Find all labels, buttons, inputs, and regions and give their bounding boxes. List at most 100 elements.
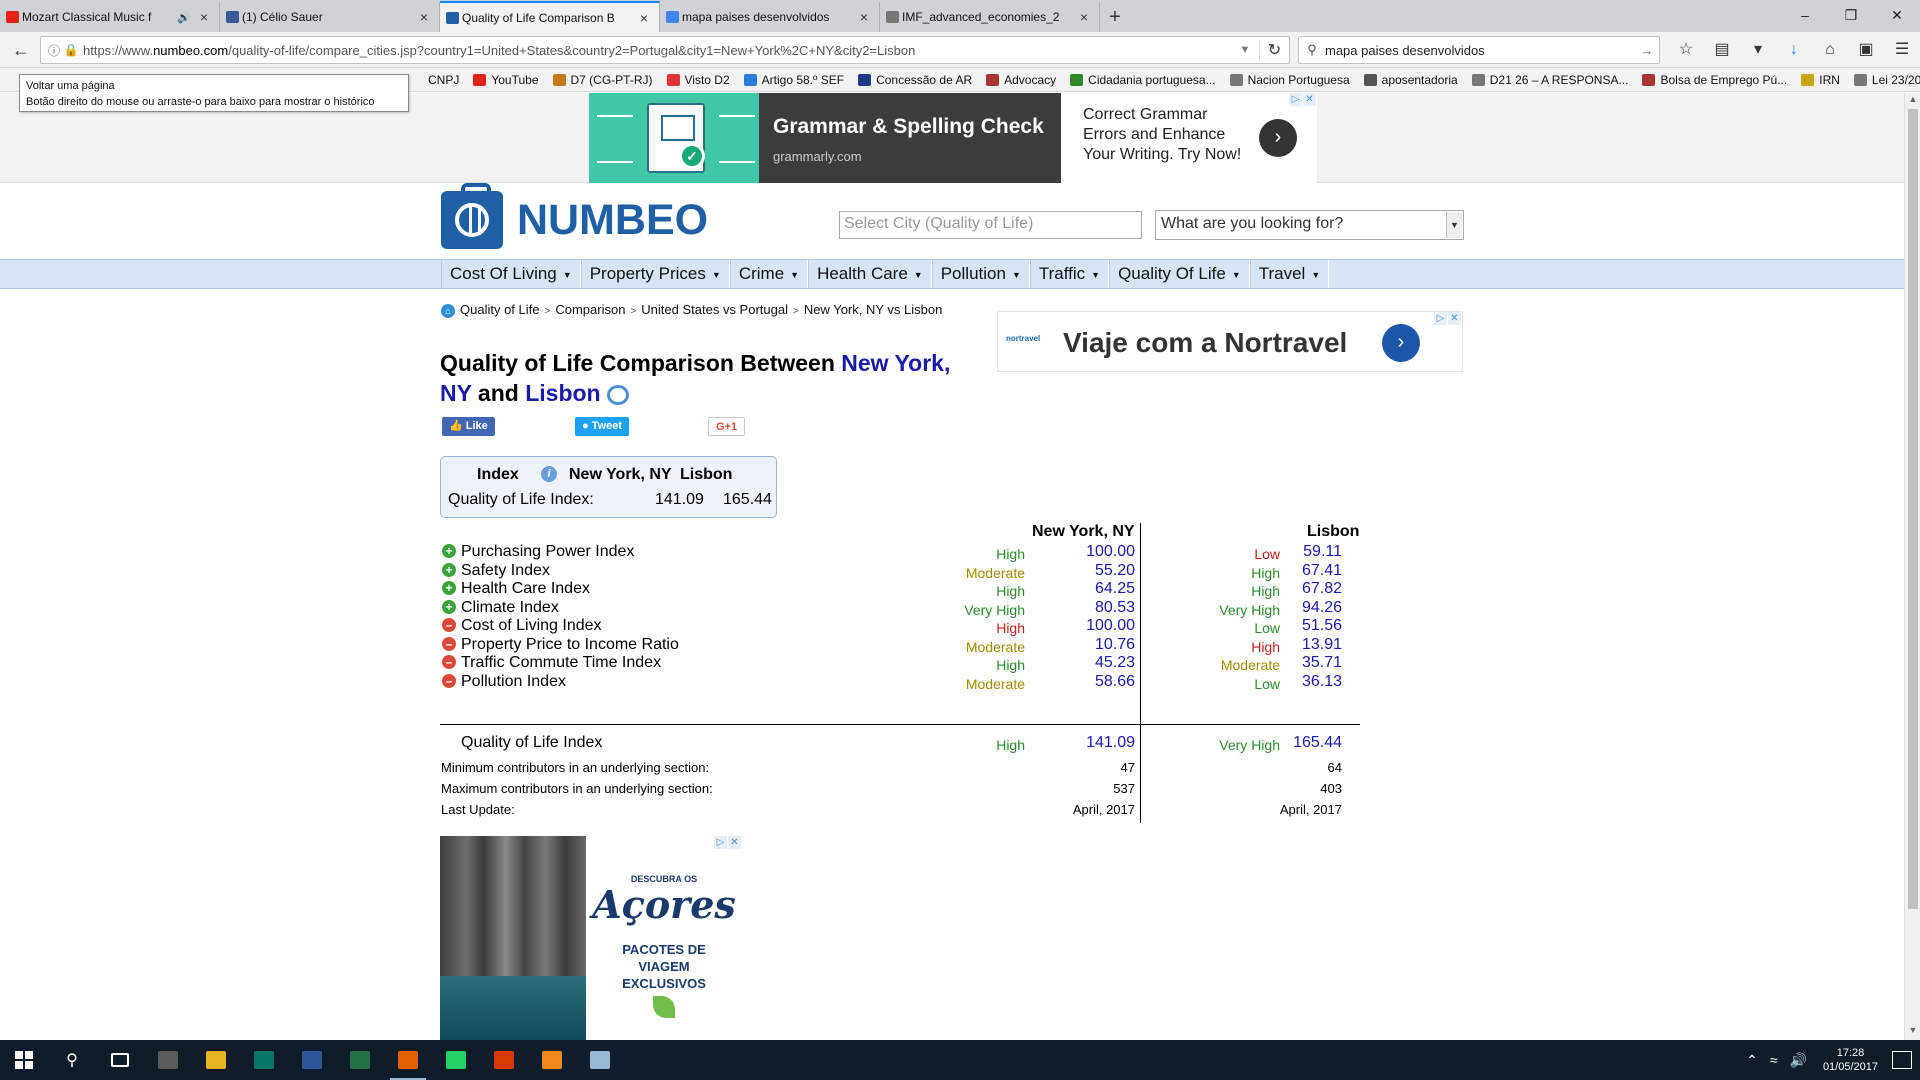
scroll-down-icon[interactable]: ▼ — [1905, 1025, 1920, 1039]
volume-icon[interactable]: 🔊 — [1790, 1052, 1807, 1069]
minimize-button[interactable]: – — [1782, 0, 1828, 30]
browser-tab[interactable]: Quality of Life Comparison B × — [440, 1, 660, 32]
chevron-up-icon[interactable]: ⌃ — [1746, 1052, 1758, 1069]
scroll-up-icon[interactable]: ▲ — [1905, 94, 1920, 108]
scrollbar-thumb[interactable] — [1908, 109, 1918, 909]
ad-close-icon[interactable]: ✕ — [1303, 93, 1316, 106]
ad-arrow-button[interactable]: › — [1382, 324, 1420, 362]
extension-icon[interactable]: ▣ — [1848, 35, 1884, 65]
menu-item[interactable]: Health Care ▼ — [808, 260, 932, 288]
browser-tab[interactable]: mapa paises desenvolvidos × — [660, 2, 880, 32]
speaker-icon[interactable]: 🔊 — [177, 11, 191, 24]
close-window-button[interactable]: ✕ — [1874, 0, 1920, 30]
bookmark-item[interactable]: D21 26 – A RESPONSA... — [1471, 73, 1628, 87]
bookmark-star-icon[interactable]: ☆ — [1668, 35, 1704, 65]
google-plus-button[interactable]: G+1 — [708, 417, 746, 436]
taskbar-app[interactable] — [576, 1040, 624, 1080]
ad-close-icon[interactable]: ✕ — [728, 836, 741, 849]
menu-icon[interactable]: ☰ — [1884, 35, 1920, 65]
menu-item[interactable]: Quality Of Life ▼ — [1109, 260, 1250, 288]
menu-item[interactable]: Property Prices ▼ — [580, 260, 730, 288]
url-dropdown-icon[interactable]: ▼ — [1231, 44, 1259, 56]
maximize-button[interactable]: ❐ — [1828, 0, 1874, 30]
looking-for-select[interactable]: What are you looking for? ▼ — [1155, 210, 1464, 240]
browser-tab[interactable]: Mozart Classical Music f 🔊 × — [0, 2, 220, 32]
facebook-like-button[interactable]: 👍 Like — [442, 417, 495, 436]
breadcrumb-item[interactable]: Comparison — [555, 302, 625, 317]
taskbar-app[interactable] — [528, 1040, 576, 1080]
adchoices-icon[interactable]: ▷ — [1289, 93, 1302, 106]
tweet-button[interactable]: ● Tweet — [575, 417, 630, 436]
page-scrollbar[interactable]: ▲ ▼ — [1904, 93, 1920, 1040]
taskbar-app[interactable] — [240, 1040, 288, 1080]
back-button[interactable]: ← — [6, 35, 36, 65]
pocket-icon[interactable]: ▾ — [1740, 35, 1776, 65]
new-tab-button[interactable]: + — [1100, 2, 1130, 32]
bookmark-item[interactable]: Bolsa de Emprego Pú... — [1642, 73, 1787, 87]
address-bar[interactable]: ⓘ 🔒 https://www.numbeo.com/quality-of-li… — [40, 36, 1290, 64]
close-icon[interactable]: × — [857, 9, 871, 25]
search-box[interactable]: ⚲ mapa paises desenvolvidos → — [1298, 36, 1660, 64]
taskbar-app[interactable] — [384, 1040, 432, 1080]
home-icon[interactable]: ⌂ — [1812, 35, 1848, 65]
bookmark-item[interactable]: Artigo 58.º SEF — [743, 73, 844, 87]
menu-item[interactable]: Pollution ▼ — [931, 260, 1030, 288]
menu-item[interactable]: Travel ▼ — [1249, 260, 1330, 288]
search-button[interactable]: ⚲ — [48, 1040, 96, 1080]
bookmark-item[interactable]: CNPJ — [410, 73, 459, 87]
downloads-icon[interactable]: ↓ — [1776, 35, 1812, 65]
info-icon[interactable]: i — [541, 466, 557, 482]
ad-close-icon[interactable]: ✕ — [1448, 312, 1461, 325]
info-icon[interactable]: ⓘ — [45, 42, 63, 59]
bookmark-item[interactable]: Visto D2 — [666, 73, 730, 87]
search-go-icon[interactable]: → — [1635, 43, 1659, 58]
taskbar-app[interactable] — [480, 1040, 528, 1080]
taskbar-app[interactable] — [144, 1040, 192, 1080]
bookmark-item[interactable]: Advocacy — [986, 73, 1056, 87]
url-text[interactable]: https://www.numbeo.com/quality-of-life/c… — [79, 43, 1231, 58]
adchoices-icon[interactable]: ▷ — [1434, 312, 1447, 325]
close-icon[interactable]: × — [637, 10, 651, 26]
bookmark-item[interactable]: aposentadoria — [1363, 73, 1458, 87]
start-button[interactable] — [0, 1040, 48, 1080]
bookmark-item[interactable]: IRN — [1801, 73, 1840, 87]
reading-list-icon[interactable]: ▤ — [1704, 35, 1740, 65]
bookmark-item[interactable]: Concessão de AR — [858, 73, 972, 87]
bookmark-item[interactable]: D7 (CG-PT-RJ) — [552, 73, 653, 87]
chevron-down-icon[interactable]: ▼ — [1446, 212, 1462, 238]
taskbar-app[interactable] — [288, 1040, 336, 1080]
city-search-input[interactable]: Select City (Quality of Life) — [839, 211, 1142, 239]
taskbar-app[interactable] — [432, 1040, 480, 1080]
breadcrumb-item[interactable]: Quality of Life — [460, 302, 540, 317]
adchoices-icon[interactable]: ▷ — [714, 836, 727, 849]
menu-item[interactable]: Cost Of Living ▼ — [441, 260, 581, 288]
close-icon[interactable]: × — [1077, 9, 1091, 25]
swap-icon[interactable] — [606, 384, 629, 405]
bookmark-item[interactable]: YouTube — [473, 73, 539, 87]
city2-link[interactable]: Lisbon — [525, 380, 600, 406]
close-icon[interactable]: × — [197, 9, 211, 25]
menu-item[interactable]: Traffic ▼ — [1029, 260, 1110, 288]
bookmark-item[interactable]: Cidadania portuguesa... — [1070, 73, 1216, 87]
numbeo-logo[interactable]: NUMBEO — [441, 183, 708, 249]
home-icon[interactable]: ⌂ — [441, 304, 455, 318]
ad-arrow-button[interactable]: › — [1259, 119, 1297, 157]
menu-item[interactable]: Crime ▼ — [729, 260, 809, 288]
breadcrumb-item[interactable]: United States vs Portugal — [641, 302, 788, 317]
notifications-icon[interactable] — [1892, 1051, 1912, 1069]
network-icon[interactable]: ≈ — [1770, 1052, 1778, 1068]
taskbar-app[interactable] — [336, 1040, 384, 1080]
search-value[interactable]: mapa paises desenvolvidos — [1325, 43, 1635, 58]
grammarly-ad[interactable]: ✓ Grammar & Spelling Check grammarly.com… — [589, 93, 1317, 183]
breadcrumb-item[interactable]: New York, NY vs Lisbon — [804, 302, 943, 317]
taskbar-app[interactable] — [192, 1040, 240, 1080]
bookmark-item[interactable]: Nacion Portuguesa — [1229, 73, 1350, 87]
browser-tab[interactable]: IMF_advanced_economies_2 × — [880, 2, 1100, 32]
browser-tab[interactable]: (1) Célio Sauer × — [220, 2, 440, 32]
reload-button[interactable]: ↻ — [1259, 40, 1289, 60]
taskbar-app[interactable] — [96, 1040, 144, 1080]
close-icon[interactable]: × — [417, 9, 431, 25]
acores-ad[interactable]: DESCUBRA OS Açores PACOTES DE VIAGEM EXC… — [440, 836, 742, 1040]
bookmark-item[interactable]: Lei 23/2007 — [1853, 73, 1920, 87]
clock[interactable]: 17:28 01/05/2017 — [1823, 1046, 1878, 1074]
